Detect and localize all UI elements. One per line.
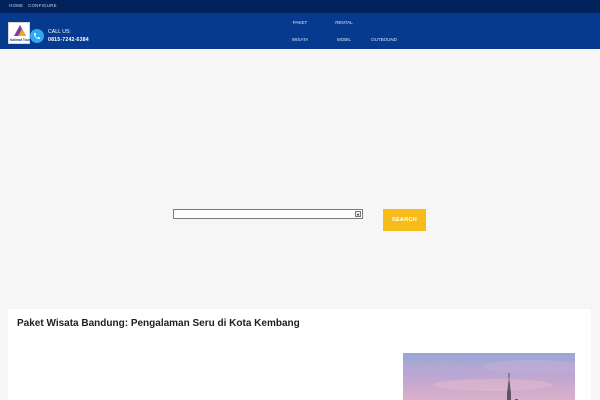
site-header: Kalimat Tour CALL US: 0815-7242-6384 PAK…: [0, 13, 600, 49]
call-us-label: CALL US:: [48, 29, 71, 35]
nav-item-rental-mobil[interactable]: RENTAL MOBIL: [324, 20, 364, 43]
nav-label-bottom: WISATA: [291, 37, 309, 42]
phone-icon: [30, 29, 44, 43]
nav-label-bottom: OUTBOUND: [371, 37, 397, 42]
article-card: Paket Wisata Bandung: Pengalaman Seru di…: [8, 309, 591, 400]
topbar-link-home[interactable]: HOME: [9, 3, 23, 8]
nav-item-paket-wisata[interactable]: PAKET WISATA: [280, 20, 320, 43]
site-logo[interactable]: Kalimat Tour: [8, 22, 30, 44]
logo-mark-accent: [18, 29, 26, 36]
top-utility-bar: HOME CONFIGURE: [0, 0, 600, 13]
nav-item-outbound[interactable]: OUTBOUND: [364, 37, 404, 43]
search-button[interactable]: SEARCH: [383, 209, 426, 231]
logo-text: Kalimat Tour: [10, 38, 30, 42]
article-image[interactable]: [403, 353, 575, 400]
destination-select[interactable]: [173, 209, 363, 219]
chevron-down-icon[interactable]: [355, 211, 361, 217]
call-us-number[interactable]: 0815-7242-6384: [48, 37, 89, 43]
nav-label-top: PAKET: [292, 20, 308, 25]
hero-search-section: [0, 49, 600, 303]
article-title[interactable]: Paket Wisata Bandung: Pengalaman Seru di…: [17, 318, 300, 329]
nav-label-top: RENTAL: [335, 20, 353, 25]
nav-label-bottom: MOBIL: [336, 37, 351, 42]
topbar-link-configure[interactable]: CONFIGURE: [28, 3, 57, 8]
